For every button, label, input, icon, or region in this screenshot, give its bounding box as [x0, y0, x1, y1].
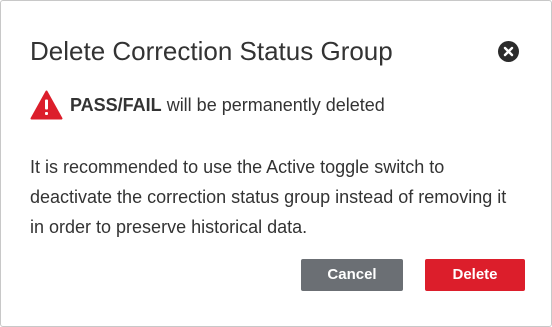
cancel-button[interactable]: Cancel — [301, 259, 403, 291]
delete-dialog: Delete Correction Status Group PASS/FAIL… — [0, 0, 552, 327]
warning-message: PASS/FAIL will be permanently deleted — [70, 93, 385, 117]
item-name: PASS/FAIL — [70, 95, 162, 115]
dialog-title: Delete Correction Status Group — [30, 36, 393, 66]
close-icon[interactable] — [498, 41, 519, 62]
delete-button[interactable]: Delete — [425, 259, 525, 291]
warning-text: will be permanently deleted — [161, 95, 385, 115]
warning-triangle-icon — [30, 90, 63, 120]
body-text: It is recommended to use the Active togg… — [30, 157, 507, 237]
